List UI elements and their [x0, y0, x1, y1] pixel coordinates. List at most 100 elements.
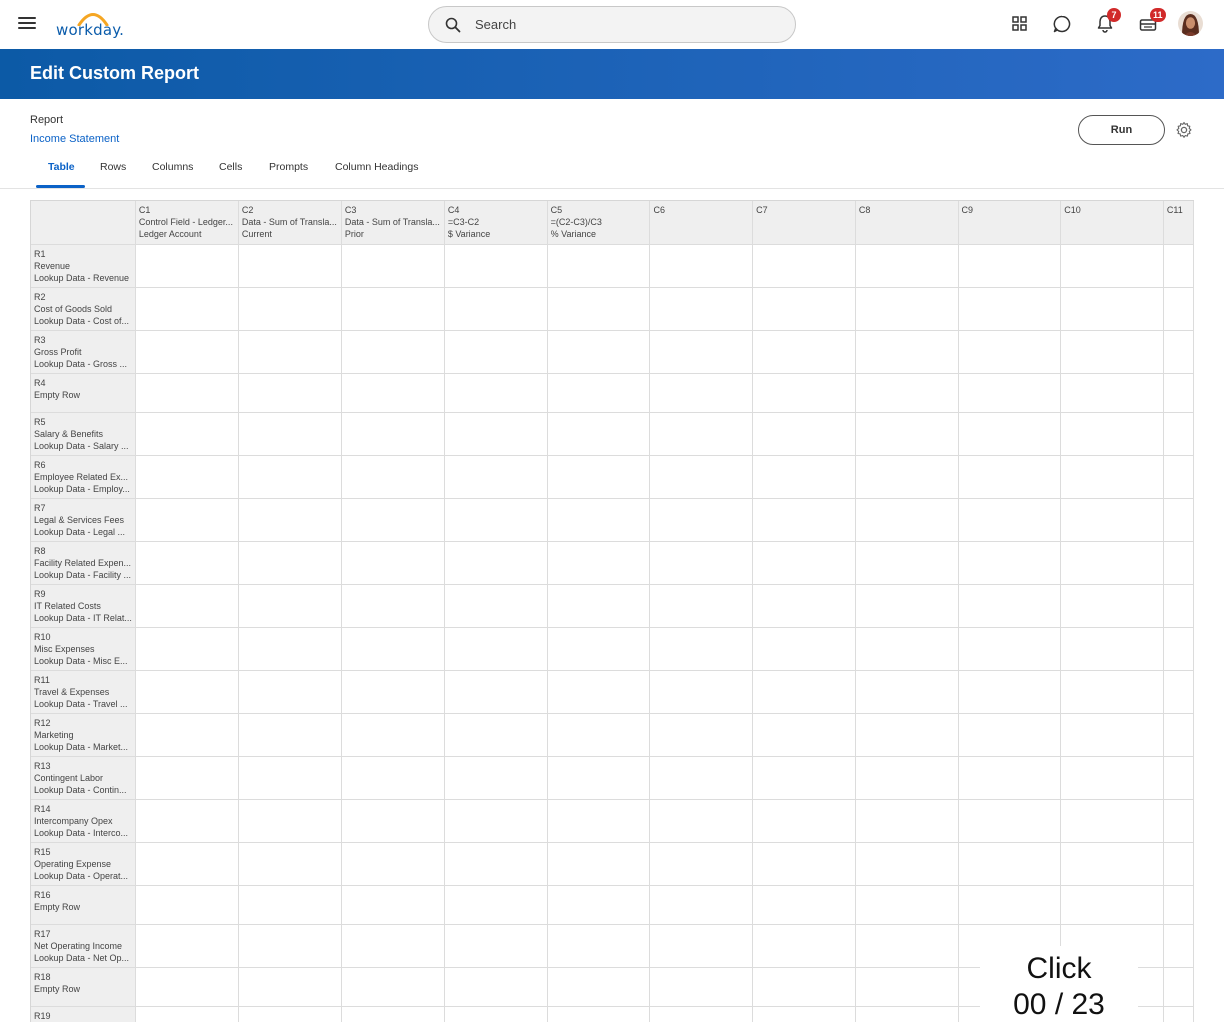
grid-cell[interactable]: [752, 713, 856, 757]
grid-cell[interactable]: [341, 713, 445, 757]
grid-cell[interactable]: [855, 713, 959, 757]
grid-cell[interactable]: [1163, 924, 1194, 968]
grid-cell[interactable]: [1060, 455, 1164, 499]
grid-cell[interactable]: [238, 244, 342, 288]
column-header[interactable]: C5 =(C2-C3)/C3 % Variance: [547, 201, 651, 245]
grid-cell[interactable]: [341, 1006, 445, 1022]
grid-cell[interactable]: [958, 713, 1062, 757]
grid-cell[interactable]: [752, 842, 856, 886]
grid-cell[interactable]: [547, 373, 651, 413]
grid-cell[interactable]: [855, 627, 959, 671]
grid-cell[interactable]: [1060, 713, 1164, 757]
grid-cell[interactable]: [649, 244, 754, 288]
column-header[interactable]: C4 =C3-C2 $ Variance: [444, 201, 548, 245]
row-header[interactable]: R5 Salary & Benefits Lookup Data - Salary …: [31, 412, 136, 456]
grid-cell[interactable]: [649, 885, 754, 925]
grid-cell[interactable]: [444, 412, 548, 456]
grid-cell[interactable]: [135, 842, 239, 886]
column-header[interactable]: C10: [1060, 201, 1164, 245]
grid-cell[interactable]: [135, 885, 239, 925]
grid-cell[interactable]: [341, 412, 445, 456]
grid-cell[interactable]: [1163, 627, 1194, 671]
grid-cell[interactable]: [649, 412, 754, 456]
grid-cell[interactable]: [341, 924, 445, 968]
row-header[interactable]: R7 Legal & Services Fees Lookup Data - Leg…: [31, 498, 136, 542]
grid-cell[interactable]: [1060, 885, 1164, 925]
grid-cell[interactable]: [649, 967, 754, 1007]
grid-cell[interactable]: [855, 756, 959, 800]
grid-cell[interactable]: [752, 924, 856, 968]
column-header[interactable]: C3 Data - Sum of Transla... Prior: [341, 201, 445, 245]
row-header[interactable]: R12 Marketing Lookup Data - Market...: [31, 713, 136, 757]
grid-cell[interactable]: [238, 627, 342, 671]
grid-cell[interactable]: [1163, 287, 1194, 331]
grid-cell[interactable]: [958, 799, 1062, 843]
grid-cell[interactable]: [752, 541, 856, 585]
gear-icon[interactable]: [1175, 121, 1193, 139]
apps-grid-icon[interactable]: [1009, 13, 1031, 35]
grid-cell[interactable]: [135, 287, 239, 331]
grid-cell[interactable]: [341, 584, 445, 628]
grid-cell[interactable]: [855, 924, 959, 968]
grid-cell[interactable]: [649, 842, 754, 886]
chat-icon[interactable]: [1051, 13, 1073, 35]
row-header[interactable]: R14 Intercompany Opex Lookup Data - Interc…: [31, 799, 136, 843]
grid-cell[interactable]: [135, 1006, 239, 1022]
column-header[interactable]: C11: [1163, 201, 1194, 245]
grid-cell[interactable]: [238, 799, 342, 843]
search-input[interactable]: Search: [428, 6, 796, 43]
grid-cell[interactable]: [341, 885, 445, 925]
grid-cell[interactable]: [649, 287, 754, 331]
grid-cell[interactable]: [135, 498, 239, 542]
grid-cell[interactable]: [135, 541, 239, 585]
grid-cell[interactable]: [958, 287, 1062, 331]
row-header[interactable]: R15 Operating Expense Lookup Data - Operat…: [31, 842, 136, 886]
grid-cell[interactable]: [855, 799, 959, 843]
row-header[interactable]: R19Other Income and Ex...: [31, 1006, 136, 1022]
grid-cell[interactable]: [1060, 756, 1164, 800]
run-button[interactable]: Run: [1078, 115, 1165, 145]
grid-cell[interactable]: [444, 756, 548, 800]
row-header[interactable]: R17 Net Operating Income Lookup Data - Net…: [31, 924, 136, 968]
grid-cell[interactable]: [547, 412, 651, 456]
grid-cell[interactable]: [649, 670, 754, 714]
grid-cell[interactable]: [855, 498, 959, 542]
hamburger-menu-icon[interactable]: [18, 14, 36, 34]
grid-cell[interactable]: [444, 967, 548, 1007]
row-header[interactable]: R2 Cost of Goods Sold Lookup Data - Cost o…: [31, 287, 136, 331]
grid-cell[interactable]: [1060, 373, 1164, 413]
grid-cell[interactable]: [444, 1006, 548, 1022]
grid-cell[interactable]: [238, 287, 342, 331]
user-avatar[interactable]: [1178, 11, 1203, 36]
grid-cell[interactable]: [547, 885, 651, 925]
grid-cell[interactable]: [341, 756, 445, 800]
grid-cell[interactable]: [1060, 799, 1164, 843]
grid-cell[interactable]: [238, 967, 342, 1007]
grid-cell[interactable]: [855, 244, 959, 288]
grid-cell[interactable]: [752, 584, 856, 628]
row-header[interactable]: R6 Employee Related Ex... Lookup Data - Em…: [31, 455, 136, 499]
grid-cell[interactable]: [238, 924, 342, 968]
grid-cell[interactable]: [752, 498, 856, 542]
grid-cell[interactable]: [547, 842, 651, 886]
grid-cell[interactable]: [855, 330, 959, 374]
grid-cell[interactable]: [752, 670, 856, 714]
grid-cell[interactable]: [855, 541, 959, 585]
row-header[interactable]: R18 Empty Row: [31, 967, 136, 1007]
grid-cell[interactable]: [341, 541, 445, 585]
grid-cell[interactable]: [547, 455, 651, 499]
column-header[interactable]: C7: [752, 201, 856, 245]
grid-cell[interactable]: [341, 670, 445, 714]
grid-cell[interactable]: [547, 244, 651, 288]
grid-cell[interactable]: [649, 541, 754, 585]
grid-cell[interactable]: [444, 799, 548, 843]
grid-cell[interactable]: [1163, 756, 1194, 800]
grid-cell[interactable]: [444, 373, 548, 413]
grid-cell[interactable]: [752, 967, 856, 1007]
grid-cell[interactable]: [649, 924, 754, 968]
grid-cell[interactable]: [958, 627, 1062, 671]
grid-cell[interactable]: [341, 373, 445, 413]
grid-cell[interactable]: [341, 967, 445, 1007]
grid-cell[interactable]: [855, 584, 959, 628]
grid-cell[interactable]: [958, 756, 1062, 800]
